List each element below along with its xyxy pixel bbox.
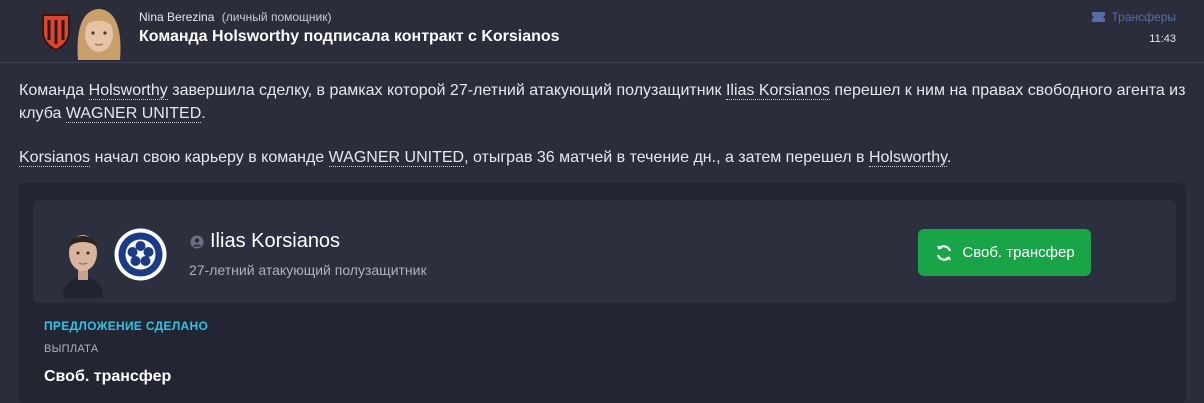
player-description: 27-летний атакующий полузащитник	[189, 262, 427, 278]
message-header: Nina Berezina (личный помощник) Команда …	[0, 0, 1204, 62]
person-icon	[190, 235, 204, 248]
text-segment: .	[946, 149, 952, 166]
offer-heading: ПРЕДЛОЖЕНИЕ СДЕЛАНО	[44, 319, 209, 333]
ticket-icon	[1091, 12, 1105, 22]
assistant-avatar[interactable]	[68, 4, 130, 60]
transfer-panel: Ilias Korsianos 27-летний атакующий полу…	[18, 183, 1186, 403]
text-segment: Команда	[19, 82, 89, 99]
category-tag[interactable]: Трансферы	[1090, 10, 1176, 24]
message-time: 11:43	[1149, 33, 1176, 45]
club-link-wagner-united[interactable]: WAGNER UNITED	[328, 149, 465, 167]
text-segment: , отыграв 36 матчей в течение дн., а зат…	[464, 149, 869, 166]
player-avatar[interactable]	[59, 220, 107, 298]
player-name-line: Ilias Korsianos	[190, 230, 340, 253]
category-label: Трансферы	[1111, 10, 1176, 24]
payment-value: Своб. трансфер	[44, 368, 172, 385]
header-divider	[0, 62, 1204, 63]
text-segment: начал свою карьеру в команде	[90, 149, 329, 166]
transfer-button-label: Своб. трансфер	[962, 244, 1075, 261]
payment-label: ВЫПЛАТА	[44, 343, 99, 355]
club-link-wagner-united[interactable]: WAGNER UNITED	[65, 105, 202, 123]
player-link-korsianos[interactable]: Ilias Korsianos	[725, 82, 830, 100]
sender-role: (личный помощник)	[221, 10, 332, 24]
text-segment: завершила сделку, в рамках которой 27-ле…	[167, 82, 726, 99]
club-link-holsworthy[interactable]: Holsworthy	[88, 82, 168, 100]
club-link-holsworthy[interactable]: Holsworthy	[868, 149, 947, 167]
body-paragraph-1: Команда Holsworthy завершила сделку, в р…	[19, 79, 1189, 125]
sender-line: Nina Berezina (личный помощник)	[139, 10, 332, 24]
message-subject: Команда Holsworthy подписала контракт с …	[139, 28, 560, 45]
free-transfer-button[interactable]: Своб. трансфер	[918, 229, 1091, 276]
club-crest-icon[interactable]	[113, 227, 168, 282]
player-card: Ilias Korsianos 27-летний атакующий полу…	[33, 200, 1176, 303]
sender-name[interactable]: Nina Berezina	[139, 10, 214, 24]
body-paragraph-2: Korsianos начал свою карьеру в команде W…	[19, 146, 1189, 169]
text-segment: .	[201, 105, 206, 122]
player-link-korsianos[interactable]: Korsianos	[19, 149, 91, 167]
refresh-icon	[937, 244, 952, 261]
player-name[interactable]: Ilias Korsianos	[210, 230, 340, 253]
